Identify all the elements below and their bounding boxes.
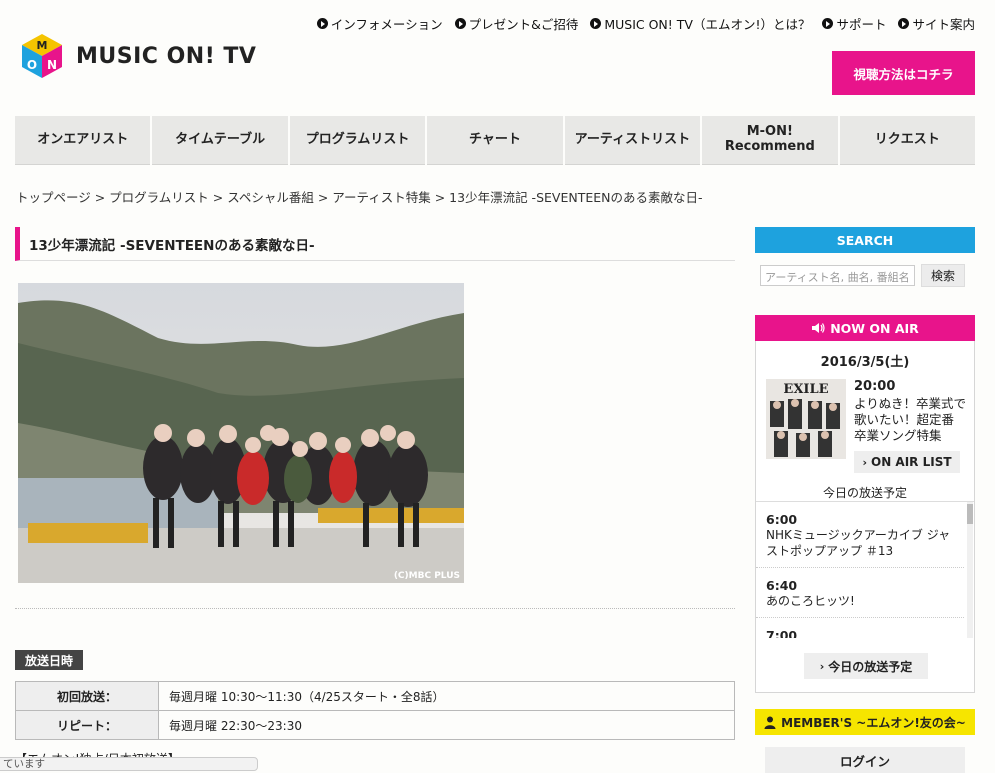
logo-letter-o: O [27, 58, 37, 72]
logo-letter-m: M [37, 39, 48, 52]
photo-credit: (C)MBC PLUS [393, 571, 460, 581]
list-item[interactable]: 7:00 [756, 618, 964, 638]
table-row: リピート： 毎週月曜 22:30〜23:30 [15, 710, 735, 740]
nav-item-onair-list[interactable]: オンエアリスト [15, 116, 151, 165]
chevron-right-icon: › [819, 659, 825, 673]
now-on-air-header: NOW ON AIR [755, 315, 975, 341]
arrow-circle-icon [590, 18, 602, 29]
onair-date: 2016/3/5(土) [820, 355, 910, 370]
current-program-title[interactable]: よりぬき！卒業式で歌いたい！超定番卒業ソング特集 [854, 396, 966, 444]
table-header-cell: 初回放送： [15, 681, 159, 711]
logo-cube-icon: M O N [22, 34, 62, 78]
today-schedule-label: 今日の放送予定 [822, 486, 907, 500]
speaker-icon [812, 323, 825, 333]
program-thumbnail[interactable]: EXILE [766, 379, 846, 459]
members-header: MEMBER'S ~エムオン!友の会~ [755, 709, 975, 735]
chevron-right-icon: › [862, 455, 867, 469]
top-link-information[interactable]: インフォメーション [316, 14, 443, 33]
schedule-time: 6:40 [766, 578, 798, 593]
logo-letter-n: N [47, 58, 57, 72]
top-links: インフォメーション プレゼント&ご招待 MUSIC ON! TV（エムオン!）と… [316, 14, 975, 33]
members-title: MEMBER'S ~エムオン!友の会~ [781, 715, 966, 730]
thumbnail-title: EXILE [783, 382, 828, 397]
nav-item-recommend[interactable]: M-ON! Recommend [702, 116, 838, 165]
arrow-circle-icon [316, 18, 328, 29]
top-link-present[interactable]: プレゼント&ご招待 [454, 14, 578, 33]
list-item[interactable]: 6:00 NHKミュージックアーカイブ ジャストポップアップ ＃13 [756, 502, 964, 568]
search-input[interactable]: アーティスト名, 曲名, 番組名 [760, 265, 915, 286]
site-logo[interactable]: M O N MUSIC ON! TV [20, 32, 256, 80]
top-link-about[interactable]: MUSIC ON! TV（エムオン!）とは？ [590, 14, 810, 33]
nav-item-artist-list[interactable]: アーティストリスト [564, 116, 701, 165]
table-row: 初回放送： 毎週月曜 10:30〜11:30（4/25スタート・全8話） [15, 681, 735, 711]
arrow-circle-icon [454, 18, 466, 29]
login-button[interactable]: ログイン [765, 747, 965, 773]
logo-text: MUSIC ON! TV [76, 43, 257, 69]
page-title: 13少年漂流記 -SEVENTEENのある素敵な日- [15, 227, 735, 261]
search-button[interactable]: 検索 [921, 264, 965, 287]
top-link-support[interactable]: サポート [822, 14, 886, 33]
search-header: SEARCH [755, 227, 975, 253]
schedule-program: NHKミュージックアーカイブ ジャストポップアップ ＃13 [766, 528, 951, 558]
main-nav: オンエアリスト タイムテーブル プログラムリスト チャート アーティストリスト … [15, 116, 975, 165]
program-photo: (C)MBC PLUS [18, 283, 464, 583]
schedule-program: あのころヒッツ! [766, 594, 855, 608]
top-link-sitemap[interactable]: サイト案内 [898, 14, 975, 33]
on-air-list-label: ON AIR LIST [871, 455, 952, 469]
today-schedule-button[interactable]: › 今日の放送予定 [804, 653, 928, 679]
list-item[interactable]: 6:40 あのころヒッツ! [756, 568, 964, 618]
today-schedule-list[interactable]: 6:00 NHKミュージックアーカイブ ジャストポップアップ ＃13 6:40 … [756, 501, 974, 638]
nav-item-timetable[interactable]: タイムテーブル [152, 116, 288, 165]
today-schedule-button-label: 今日の放送予定 [828, 659, 913, 674]
thumbnail-image: EXILE [766, 379, 846, 459]
breadcrumb[interactable]: トップページ > プログラムリスト > スペシャル番組 > アーティスト特集 >… [16, 187, 703, 206]
divider [15, 608, 735, 609]
group-photo-image [18, 283, 464, 583]
browser-status-bar: ています [0, 757, 258, 771]
nav-item-chart[interactable]: チャート [427, 116, 563, 165]
broadcast-label: 放送日時 [15, 650, 84, 670]
table-cell: 毎週月曜 22:30〜23:30 [158, 710, 735, 740]
schedule-time: 7:00 [766, 628, 798, 638]
user-icon [764, 716, 776, 729]
how-to-watch-button[interactable]: 視聴方法はコチラ [832, 51, 975, 95]
arrow-circle-icon [822, 18, 834, 29]
nav-item-request[interactable]: リクエスト [839, 116, 975, 165]
broadcast-table: 初回放送： 毎週月曜 10:30〜11:30（4/25スタート・全8話） リピー… [15, 681, 735, 740]
schedule-time: 6:00 [766, 512, 798, 527]
on-air-list-button[interactable]: › ON AIR LIST [854, 451, 960, 473]
current-program-time: 20:00 [854, 379, 896, 394]
table-cell: 毎週月曜 10:30〜11:30（4/25スタート・全8話） [158, 681, 735, 711]
now-on-air-title: NOW ON AIR [830, 320, 919, 336]
table-header-cell: リピート： [15, 710, 159, 740]
nav-item-program-list[interactable]: プログラムリスト [289, 116, 426, 165]
now-on-air-panel: 2016/3/5(土) EXILE 20:00 よりぬき！卒業式で歌いたい！超定… [755, 341, 975, 693]
scrollbar[interactable] [967, 502, 973, 638]
arrow-circle-icon [898, 18, 910, 29]
